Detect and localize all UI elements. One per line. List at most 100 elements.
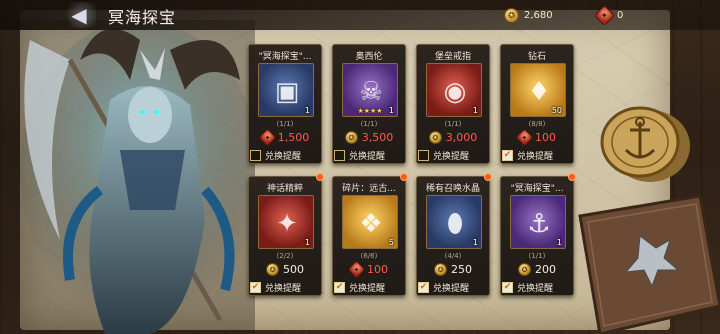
svg-text:◉: ◉ (444, 77, 467, 107)
page-title: 冥海探宝 (108, 8, 177, 27)
item-price-value: 3,000 (445, 131, 478, 144)
reminder-label: 兑换提醒 (265, 151, 302, 162)
item-slot[interactable]: ☠ ★★★★ 1 (342, 63, 398, 117)
gold-currency-value: 2,680 (524, 9, 553, 21)
red-token-icon: ✦ (258, 128, 277, 147)
item-name: "冥海探宝"... (510, 184, 564, 194)
item-name: 堡垒戒指 (434, 52, 471, 62)
item-slot[interactable]: ❖ 5 (342, 195, 398, 249)
exchange-reminder-toggle[interactable]: 兑换提醒 (418, 148, 469, 162)
item-slot[interactable]: ♦ 50 (510, 63, 566, 117)
reminder-label: 兑换提醒 (517, 283, 554, 294)
item-quantity: 5 (388, 238, 394, 247)
shop-item-card[interactable]: "冥海探宝"... ▣ 1 (1/1) ✦ 1,500 (248, 44, 322, 164)
item-quantity: 1 (472, 238, 478, 247)
shop-item-card[interactable]: 堡垒戒指 ◉ 1 (1/1) ✪ 3,000 (416, 44, 490, 164)
item-price: ✪ 500 (249, 263, 321, 276)
exchange-reminder-toggle[interactable]: 兑换提醒 (250, 148, 301, 162)
exchange-reminder-toggle[interactable]: ✔ 兑换提醒 (334, 280, 385, 294)
item-quantity: 1 (472, 106, 478, 115)
reminder-checkbox[interactable]: ✔ (418, 281, 429, 293)
header-bar: ◀ 冥海探宝 ✪ 2,680 ✦ 0 (0, 0, 720, 30)
reminder-checkbox[interactable]: ✔ (250, 281, 261, 293)
reminder-label: 兑换提醒 (433, 151, 470, 162)
red-token-icon: ✦ (593, 4, 616, 26)
exchange-reminder-toggle[interactable]: ✔ 兑换提醒 (502, 148, 553, 162)
item-quantity: 50 (551, 106, 562, 115)
reminder-checkbox[interactable]: ✔ (502, 281, 513, 293)
item-price: ✪ 250 (417, 263, 489, 276)
notification-dot (316, 173, 324, 181)
item-purchase-limit: (6/6) (360, 252, 378, 260)
svg-text:⬮: ⬮ (447, 209, 463, 239)
item-purchase-limit: (1/1) (276, 120, 294, 128)
item-name: "冥海探宝"... (258, 52, 312, 62)
reminder-checkbox[interactable]: ✔ (502, 149, 513, 161)
item-quantity: 1 (304, 238, 310, 247)
item-price: ✦ 1,500 (249, 128, 321, 147)
gold-coin-icon: ✪ (428, 131, 442, 144)
item-price: ✪ 3,000 (417, 131, 489, 144)
reminder-label: 兑换提醒 (517, 151, 554, 162)
reminder-checkbox[interactable]: ✔ (334, 281, 345, 293)
item-price-value: 500 (283, 263, 304, 276)
reminder-checkbox[interactable] (334, 149, 345, 161)
red-token-icon: ✦ (347, 260, 366, 279)
notification-dot (484, 173, 492, 181)
item-price: ✪ 3,500 (333, 131, 405, 144)
item-name: 稀有召唤水晶 (425, 184, 480, 194)
item-name: 钻石 (527, 52, 546, 62)
anchor-medal-icon (600, 106, 690, 182)
gold-coin-icon: ✪ (504, 7, 519, 23)
red-token-icon: ✦ (515, 128, 534, 147)
gold-coin-icon: ✪ (266, 263, 279, 276)
item-purchase-limit: (2/2) (276, 252, 294, 260)
reminder-label: 兑换提醒 (349, 151, 386, 162)
item-price-value: 100 (367, 263, 388, 276)
reminder-label: 兑换提醒 (349, 283, 386, 294)
exchange-reminder-toggle[interactable]: ✔ 兑换提醒 (502, 280, 553, 294)
item-price-value: 200 (535, 263, 556, 276)
exchange-reminder-toggle[interactable]: ✔ 兑换提醒 (250, 280, 301, 294)
item-slot[interactable]: ⬮ 1 (426, 195, 482, 249)
shop-item-card[interactable]: 奥西伦 ☠ ★★★★ 1 (1/1) ✪ 3,500 (332, 44, 406, 164)
shop-item-card[interactable]: 稀有召唤水晶 ⬮ 1 (4/4) ✪ 250 (416, 173, 492, 296)
shop-item-card[interactable]: 神话精粹 ✦ 1 (2/2) ✪ 500 (248, 173, 324, 296)
item-quantity: 1 (556, 238, 562, 247)
svg-text:⚓: ⚓ (527, 209, 550, 239)
exchange-reminder-toggle[interactable]: 兑换提醒 (334, 148, 385, 162)
item-purchase-limit: (1/1) (444, 120, 462, 128)
reminder-label: 兑换提醒 (265, 283, 302, 294)
exchange-reminder-toggle[interactable]: ✔ 兑换提醒 (418, 280, 469, 294)
svg-text:❖: ❖ (359, 209, 382, 239)
item-purchase-limit: (4/4) (444, 252, 462, 260)
svg-text:▣: ▣ (275, 77, 300, 107)
item-slot[interactable]: ▣ 1 (258, 63, 314, 117)
item-quantity: 1 (304, 106, 310, 115)
item-price: ✪ 200 (501, 263, 573, 276)
item-price-value: 1,500 (277, 131, 310, 144)
item-price-value: 100 (535, 131, 556, 144)
item-price-value: 3,500 (361, 131, 394, 144)
reminder-checkbox[interactable] (250, 149, 261, 161)
shop-item-card[interactable]: 碎片：远古... ❖ 5 (6/6) ✦ 100 (332, 173, 408, 296)
svg-text:♦: ♦ (527, 77, 550, 107)
reminder-checkbox[interactable] (418, 149, 429, 161)
item-slot[interactable]: ⚓ 1 (510, 195, 566, 249)
reminder-label: 兑换提醒 (433, 283, 470, 294)
item-slot[interactable]: ◉ 1 (426, 63, 482, 117)
item-slot[interactable]: ✦ 1 (258, 195, 314, 249)
shop-item-card[interactable]: "冥海探宝"... ⚓ 1 (1/1) ✪ 200 (500, 173, 576, 296)
hero-character-art (0, 20, 255, 334)
item-quantity: 1 (388, 106, 394, 115)
item-name: 神话精粹 (266, 184, 303, 194)
shop-item-card[interactable]: 钻石 ♦ 50 (8/8) ✦ 100 (500, 44, 574, 164)
gold-coin-icon: ✪ (344, 131, 358, 144)
gold-currency-display: ✪ 2,680 (504, 6, 553, 24)
back-button[interactable]: ◀ (62, 2, 96, 28)
notification-dot (568, 173, 576, 181)
item-purchase-limit: (8/8) (528, 120, 546, 128)
item-price: ✦ 100 (501, 128, 573, 147)
gold-coin-icon: ✪ (518, 263, 531, 276)
red-currency-value: 0 (617, 9, 624, 21)
